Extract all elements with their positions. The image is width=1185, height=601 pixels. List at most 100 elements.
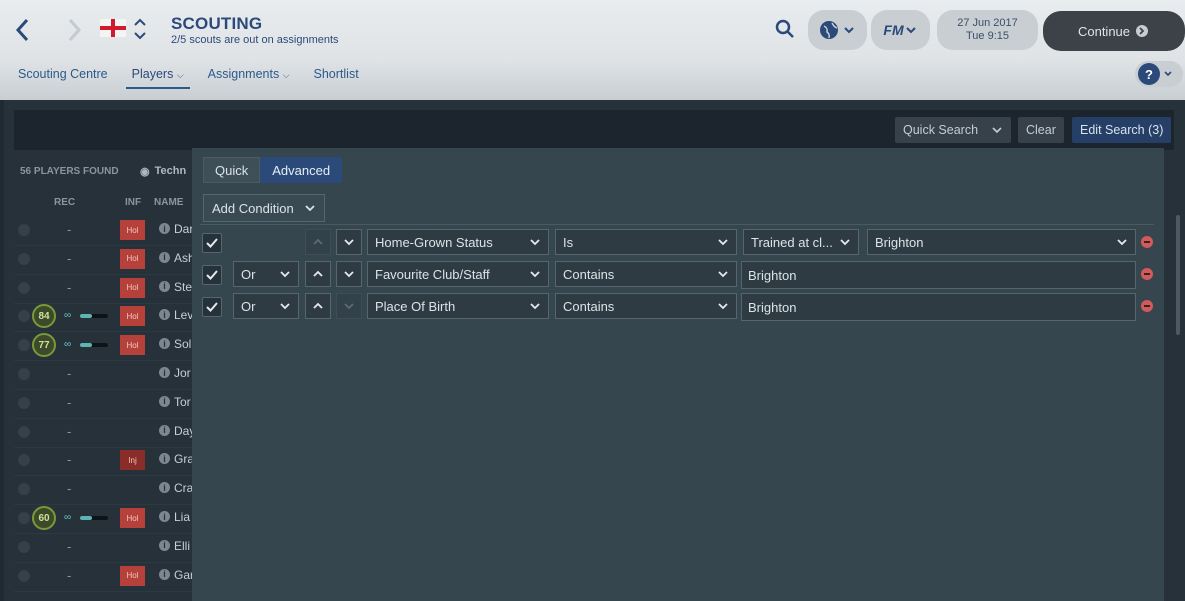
- table-row[interactable]: 77 ∞ Hol i Sol: [14, 331, 192, 362]
- help-button[interactable]: ?: [1135, 61, 1183, 87]
- tab-scouting-centre[interactable]: Scouting Centre: [12, 67, 114, 89]
- mode-advanced-button[interactable]: Advanced: [260, 157, 343, 183]
- condition-2-field-select[interactable]: Favourite Club/Staff: [367, 261, 549, 287]
- info-icon[interactable]: i: [159, 338, 170, 350]
- table-row[interactable]: - Hol i Gar: [14, 562, 192, 592]
- player-name[interactable]: Elli: [174, 539, 192, 553]
- table-row[interactable]: - i Elli: [14, 533, 192, 563]
- condition-1-field-select[interactable]: Home-Grown Status: [367, 229, 549, 255]
- info-icon[interactable]: i: [159, 539, 170, 551]
- view-selector[interactable]: ◉ Techn: [140, 165, 186, 178]
- edit-search-button[interactable]: Edit Search (3): [1072, 117, 1172, 143]
- add-condition-button[interactable]: Add Condition: [203, 194, 325, 222]
- row-select-icon[interactable]: [18, 252, 30, 265]
- table-row[interactable]: - Hol i Ash: [14, 245, 192, 275]
- condition-3-remove-icon[interactable]: [1141, 300, 1153, 312]
- player-name[interactable]: Jor: [174, 366, 192, 380]
- condition-2-operator-select[interactable]: Contains: [555, 261, 737, 287]
- player-name[interactable]: Dar: [174, 222, 192, 236]
- condition-1-checkbox[interactable]: [202, 233, 222, 253]
- table-row[interactable]: - Hol i Dar: [14, 216, 192, 246]
- continue-button[interactable]: Continue: [1043, 11, 1185, 51]
- condition-3-checkbox[interactable]: [202, 297, 222, 317]
- back-arrow-icon[interactable]: [15, 17, 31, 47]
- row-select-icon[interactable]: [18, 569, 30, 582]
- info-icon[interactable]: i: [159, 309, 170, 321]
- row-select-icon[interactable]: [18, 310, 30, 323]
- table-row[interactable]: - i Jor: [14, 360, 192, 390]
- table-row[interactable]: - i Cra: [14, 475, 192, 506]
- info-icon[interactable]: i: [159, 395, 170, 407]
- condition-2-value-input[interactable]: Brighton: [741, 261, 1136, 289]
- quick-search-dropdown[interactable]: Quick Search: [895, 117, 1011, 143]
- table-row[interactable]: - Inj i Gra: [14, 446, 192, 477]
- info-icon[interactable]: i: [159, 568, 170, 580]
- player-name[interactable]: Gra: [174, 452, 192, 466]
- player-name[interactable]: Ste: [174, 280, 192, 294]
- player-name[interactable]: Gar: [174, 568, 192, 582]
- chevron-updown-icon[interactable]: [133, 17, 147, 44]
- info-icon[interactable]: i: [159, 424, 170, 436]
- row-select-icon[interactable]: [18, 425, 30, 438]
- row-select-icon[interactable]: [18, 454, 30, 467]
- condition-1-operator-select[interactable]: Is: [555, 229, 737, 255]
- condition-3-join-select[interactable]: Or: [233, 293, 299, 319]
- england-flag-icon[interactable]: [100, 19, 126, 40]
- condition-3-move-down-button[interactable]: [336, 293, 362, 319]
- condition-3-operator-select[interactable]: Contains: [555, 293, 737, 319]
- player-name[interactable]: Lev: [174, 308, 192, 322]
- table-row[interactable]: 60 ∞ Hol i Lia: [14, 504, 192, 534]
- condition-1-value-type-select[interactable]: Trained at cl...: [743, 229, 859, 255]
- condition-3-field-select[interactable]: Place Of Birth: [367, 293, 549, 319]
- date-display[interactable]: 27 Jun 2017 Tue 9:15: [937, 10, 1038, 50]
- info-icon[interactable]: i: [159, 251, 170, 263]
- table-row[interactable]: 84 ∞ Hol i Lev: [14, 302, 192, 333]
- info-icon[interactable]: i: [159, 280, 170, 292]
- table-row[interactable]: - i Tor: [14, 389, 192, 419]
- table-row[interactable]: - Hol i Ste: [14, 274, 192, 304]
- condition-3-move-up-button[interactable]: [305, 293, 331, 319]
- column-inf[interactable]: INF: [125, 197, 141, 208]
- row-select-icon[interactable]: [18, 512, 30, 524]
- player-name[interactable]: Cra: [174, 481, 192, 495]
- info-icon[interactable]: i: [159, 453, 170, 465]
- tab-shortlist[interactable]: Shortlist: [308, 67, 365, 89]
- row-select-icon[interactable]: [18, 368, 30, 380]
- info-icon[interactable]: i: [159, 223, 170, 234]
- row-select-icon[interactable]: [18, 540, 30, 553]
- globe-menu-button[interactable]: [808, 10, 867, 50]
- player-name[interactable]: Day: [174, 424, 192, 438]
- player-name[interactable]: Ash: [174, 251, 192, 265]
- condition-1-move-up-button[interactable]: [305, 229, 331, 255]
- scrollbar[interactable]: [1176, 215, 1180, 335]
- clear-button[interactable]: Clear: [1018, 117, 1064, 143]
- condition-2-checkbox[interactable]: [202, 265, 222, 285]
- info-icon[interactable]: i: [159, 511, 170, 522]
- player-name[interactable]: Tor: [174, 395, 192, 409]
- row-select-icon[interactable]: [18, 483, 30, 496]
- condition-1-move-down-button[interactable]: [336, 229, 362, 255]
- condition-2-join-select[interactable]: Or: [233, 261, 299, 287]
- info-icon[interactable]: i: [159, 367, 170, 378]
- column-name[interactable]: NAME: [154, 197, 183, 208]
- condition-2-move-up-button[interactable]: [305, 261, 331, 287]
- row-select-icon[interactable]: [18, 281, 30, 294]
- column-rec[interactable]: REC: [54, 197, 75, 208]
- forward-arrow-icon[interactable]: [66, 17, 82, 47]
- condition-2-move-down-button[interactable]: [336, 261, 362, 287]
- player-name[interactable]: Lia: [174, 510, 192, 524]
- condition-3-value-input[interactable]: Brighton: [741, 293, 1136, 321]
- condition-1-remove-icon[interactable]: [1141, 236, 1153, 248]
- info-icon[interactable]: i: [159, 482, 170, 494]
- mode-quick-button[interactable]: Quick: [203, 157, 261, 183]
- row-select-icon[interactable]: [18, 339, 30, 352]
- search-icon[interactable]: [775, 19, 795, 42]
- condition-1-value-select[interactable]: Brighton: [867, 229, 1136, 255]
- row-select-icon[interactable]: [18, 224, 30, 236]
- condition-2-remove-icon[interactable]: [1141, 268, 1153, 280]
- table-row[interactable]: - i Day: [14, 418, 192, 448]
- tab-assignments[interactable]: Assignments ⌵: [202, 67, 296, 89]
- fm-menu-button[interactable]: FM: [871, 10, 930, 50]
- row-select-icon[interactable]: [18, 396, 30, 409]
- player-name[interactable]: Sol: [174, 337, 192, 351]
